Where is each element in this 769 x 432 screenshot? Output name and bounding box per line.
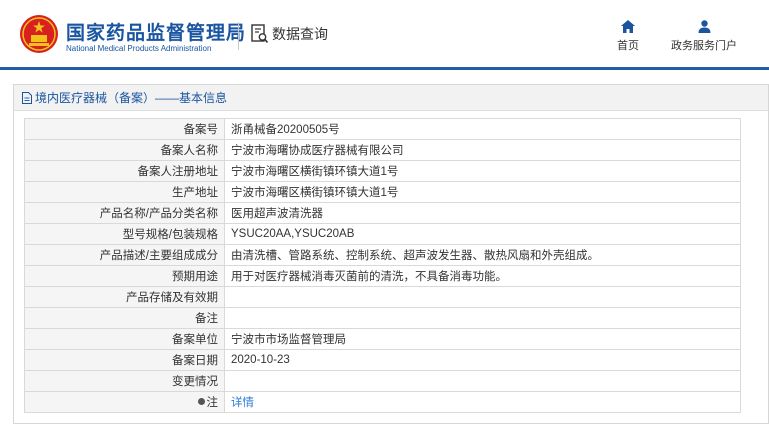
row-label: 备案单位 — [24, 328, 225, 350]
row-value: YSUC20AA,YSUC20AB — [224, 223, 741, 245]
site-header: 国家药品监督管理局 National Medical Products Admi… — [0, 0, 769, 70]
row-label: 型号规格/包装规格 — [24, 223, 225, 245]
brand-name-en: National Medical Products Administration — [66, 44, 212, 53]
row-label: 预期用途 — [24, 265, 225, 287]
row-value — [224, 307, 741, 329]
panel-title: 境内医疗器械（备案）——基本信息 — [35, 91, 228, 105]
header-divider — [238, 22, 239, 50]
table-row: 预期用途 用于对医疗器械消毒灭菌前的清洗，不具备消毒功能。 — [24, 265, 741, 287]
table-row-note: 注 详情 — [24, 391, 741, 413]
info-panel: 境内医疗器械（备案）——基本信息 备案号 浙甬械备20200505号 备案人名称… — [13, 84, 769, 424]
nav-home-label: 首页 — [617, 40, 639, 52]
row-value: 宁波市海曙协成医疗器械有限公司 — [224, 139, 741, 161]
user-icon — [698, 20, 710, 33]
table-row: 备注 — [24, 307, 741, 329]
table-row: 备案号 浙甬械备20200505号 — [24, 118, 741, 140]
document-search-icon — [251, 24, 269, 44]
record-info-table: 备案号 浙甬械备20200505号 备案人名称 宁波市海曙协成医疗器械有限公司 … — [24, 118, 741, 413]
row-label: 备案人名称 — [24, 139, 225, 161]
nav-service-portal[interactable]: 政务服务门户 — [662, 20, 746, 53]
row-value — [224, 286, 741, 308]
row-label: 备案日期 — [24, 349, 225, 371]
home-icon — [621, 20, 635, 33]
table-row: 产品描述/主要组成成分 由清洗槽、管路系统、控制系统、超声波发生器、散热风扇和外… — [24, 244, 741, 266]
table-row: 备案日期 2020-10-23 — [24, 349, 741, 371]
row-value: 2020-10-23 — [224, 349, 741, 371]
row-value: 由清洗槽、管路系统、控制系统、超声波发生器、散热风扇和外壳组成。 — [224, 244, 741, 266]
row-value: 宁波市海曙区横街镇环镇大道1号 — [224, 160, 741, 182]
row-label: 产品存储及有效期 — [24, 286, 225, 308]
row-label: 备案人注册地址 — [24, 160, 225, 182]
note-label-cell: 注 — [24, 391, 225, 413]
table-row: 型号规格/包装规格 YSUC20AA,YSUC20AB — [24, 223, 741, 245]
row-label: 产品描述/主要组成成分 — [24, 244, 225, 266]
data-query-link[interactable]: 数据查询 — [251, 24, 328, 44]
row-value: 宁波市海曙区横街镇环镇大道1号 — [224, 181, 741, 203]
row-value: 医用超声波清洗器 — [224, 202, 741, 224]
row-label: 变更情况 — [24, 370, 225, 392]
brand-name-cn: 国家药品监督管理局 — [66, 23, 247, 44]
row-value — [224, 370, 741, 392]
row-label: 备注 — [24, 307, 225, 329]
national-emblem-logo[interactable] — [19, 14, 59, 54]
table-row: 生产地址 宁波市海曙区横街镇环镇大道1号 — [24, 181, 741, 203]
row-label: 备案号 — [24, 118, 225, 140]
table-row: 变更情况 — [24, 370, 741, 392]
row-value: 用于对医疗器械消毒灭菌前的清洗，不具备消毒功能。 — [224, 265, 741, 287]
nav-home[interactable]: 首页 — [608, 20, 648, 53]
data-query-label: 数据查询 — [272, 26, 328, 42]
note-value-cell: 详情 — [224, 391, 741, 413]
document-icon — [22, 91, 32, 104]
table-row: 备案单位 宁波市市场监督管理局 — [24, 328, 741, 350]
note-label: 注 — [206, 397, 219, 409]
nav-portal-label: 政务服务门户 — [671, 40, 737, 52]
table-row: 产品存储及有效期 — [24, 286, 741, 308]
table-row: 产品名称/产品分类名称 医用超声波清洗器 — [24, 202, 741, 224]
row-label: 产品名称/产品分类名称 — [24, 202, 225, 224]
details-link[interactable]: 详情 — [231, 397, 254, 409]
row-value: 浙甬械备20200505号 — [224, 118, 741, 140]
table-row: 备案人注册地址 宁波市海曙区横街镇环镇大道1号 — [24, 160, 741, 182]
pin-icon — [197, 398, 205, 406]
row-label: 生产地址 — [24, 181, 225, 203]
row-value: 宁波市市场监督管理局 — [224, 328, 741, 350]
panel-title-bar: 境内医疗器械（备案）——基本信息 — [14, 85, 768, 111]
table-row: 备案人名称 宁波市海曙协成医疗器械有限公司 — [24, 139, 741, 161]
